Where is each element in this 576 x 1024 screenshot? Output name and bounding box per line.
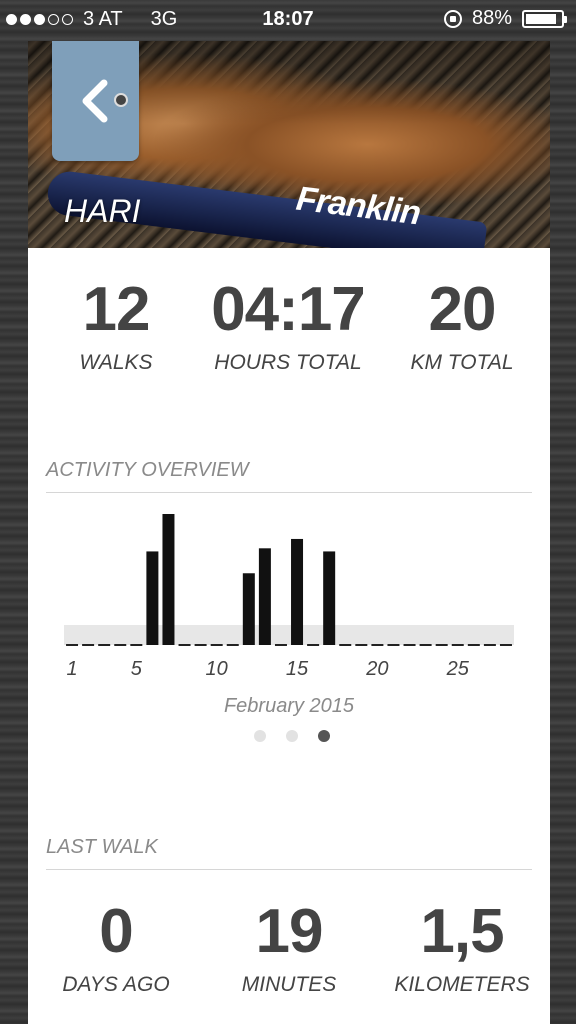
status-right: 88% [443, 7, 567, 30]
dog-name: HARI [64, 193, 141, 229]
chart-bar-day-6 [146, 551, 159, 645]
kilometers-value: 1,5 [420, 897, 504, 966]
status-left: 3 AT 3G [6, 8, 177, 31]
walks-label: WALKS [79, 351, 153, 374]
chart-bar-day-17 [323, 551, 336, 645]
chart-tick-label: 10 [206, 658, 228, 680]
chart-month-label: February 2015 [223, 695, 355, 717]
chart-bar-day-13 [258, 548, 271, 645]
stat-kilometers: 1,5 KILOMETERS [390, 901, 534, 997]
signal-strength-icon [6, 14, 73, 25]
days-ago-value: 0 [99, 897, 133, 966]
hours-label: HOURS TOTAL [214, 351, 362, 374]
page-dot-1[interactable] [254, 730, 266, 742]
stat-walks: 12 WALKS [56, 279, 176, 375]
activity-overview-title: ACTIVITY OVERVIEW [46, 459, 532, 493]
battery-icon [522, 9, 567, 28]
network-type: 3G [150, 8, 178, 30]
km-label: KM TOTAL [410, 351, 514, 374]
chart-tick-label: 20 [365, 658, 388, 680]
chart-tick-label: 5 [131, 658, 143, 680]
hours-value: 04:17 [211, 275, 366, 344]
minutes-value: 19 [255, 897, 324, 966]
chart-bar-day-12 [242, 573, 255, 645]
stat-hours: 04:17 HOURS TOTAL [188, 279, 388, 375]
kilometers-label: KILOMETERS [394, 973, 530, 996]
battery-fill [526, 13, 556, 24]
page-dot-2[interactable] [286, 730, 298, 742]
last-walk-title: LAST WALK [46, 836, 532, 870]
chart-baseline-band [64, 625, 514, 645]
chart-page-indicator[interactable] [254, 730, 330, 742]
tag-ring-icon [114, 93, 128, 107]
stat-minutes: 19 MINUTES [214, 901, 364, 997]
km-value: 20 [428, 275, 497, 344]
rotation-lock-icon [443, 9, 462, 28]
battery-percent: 88% [471, 7, 512, 29]
page-dot-3[interactable] [318, 730, 330, 742]
status-bar: 3 AT 3G 18:07 88% [0, 0, 576, 38]
minutes-label: MINUTES [241, 973, 337, 996]
days-ago-label: DAYS AGO [62, 973, 170, 996]
chart-bar-day-15 [291, 538, 304, 645]
chart-tick-label: 25 [446, 658, 470, 680]
dog-profile-card: Franklin HARI 12 WALKS 04:17 HOURS TOTAL… [28, 41, 550, 1024]
chart-tick-label: 15 [286, 658, 309, 680]
stat-days-ago: 0 DAYS AGO [56, 901, 176, 997]
carrier-name: 3 AT [83, 8, 123, 30]
chart-tick-label: 1 [66, 658, 77, 680]
walks-value: 12 [82, 275, 151, 344]
chart-bar-day-7 [162, 514, 175, 645]
stat-km: 20 KM TOTAL [400, 279, 524, 375]
